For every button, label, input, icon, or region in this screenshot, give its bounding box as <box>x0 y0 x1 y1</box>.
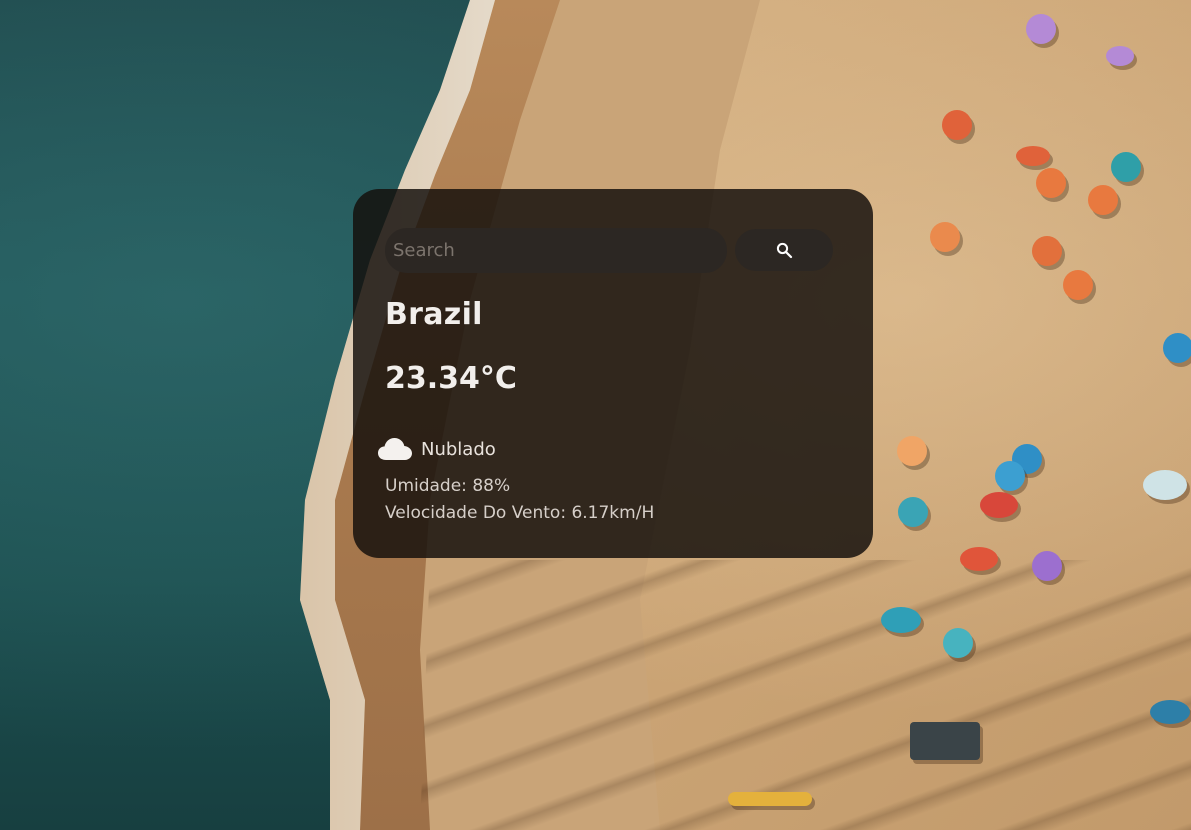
beach-umbrella <box>1150 700 1190 724</box>
search-bar <box>385 228 833 273</box>
temperature-value: 23.34°C <box>385 361 517 396</box>
condition-label: Nublado <box>421 438 496 460</box>
beach-umbrella <box>1163 333 1191 363</box>
beach-tent <box>910 722 980 760</box>
humidity-text: Umidade: 88% <box>385 476 511 496</box>
search-button[interactable] <box>735 229 833 271</box>
search-icon <box>776 242 793 259</box>
beach-umbrella <box>1016 146 1050 166</box>
wind-speed-text: Velocidade Do Vento: 6.17km/H <box>385 503 655 523</box>
beach-umbrella <box>943 628 973 658</box>
beach-umbrella <box>897 436 927 466</box>
beach-umbrella <box>942 110 972 140</box>
weather-card: Brazil 23.34°C Nublado Umidade: 88% Velo… <box>353 189 873 558</box>
beach-umbrella <box>898 497 928 527</box>
city-name: Brazil <box>385 297 483 332</box>
beach-umbrella <box>1036 168 1066 198</box>
beach-umbrella <box>1032 236 1062 266</box>
beach-umbrella <box>1032 551 1062 581</box>
search-input[interactable] <box>385 228 727 273</box>
beach-umbrella <box>995 461 1025 491</box>
beach-umbrella <box>1143 470 1187 500</box>
cloud-icon <box>377 436 413 462</box>
weather-condition: Nublado <box>377 433 496 465</box>
beach-umbrella <box>1111 152 1141 182</box>
beach-umbrella <box>1026 14 1056 44</box>
beach-umbrella <box>1088 185 1118 215</box>
surfboard <box>728 792 812 806</box>
beach-umbrella <box>1063 270 1093 300</box>
beach-umbrella <box>930 222 960 252</box>
beach-umbrella <box>881 607 921 633</box>
beach-umbrella <box>960 547 998 571</box>
beach-umbrella <box>980 492 1018 518</box>
beach-umbrella <box>1106 46 1134 66</box>
